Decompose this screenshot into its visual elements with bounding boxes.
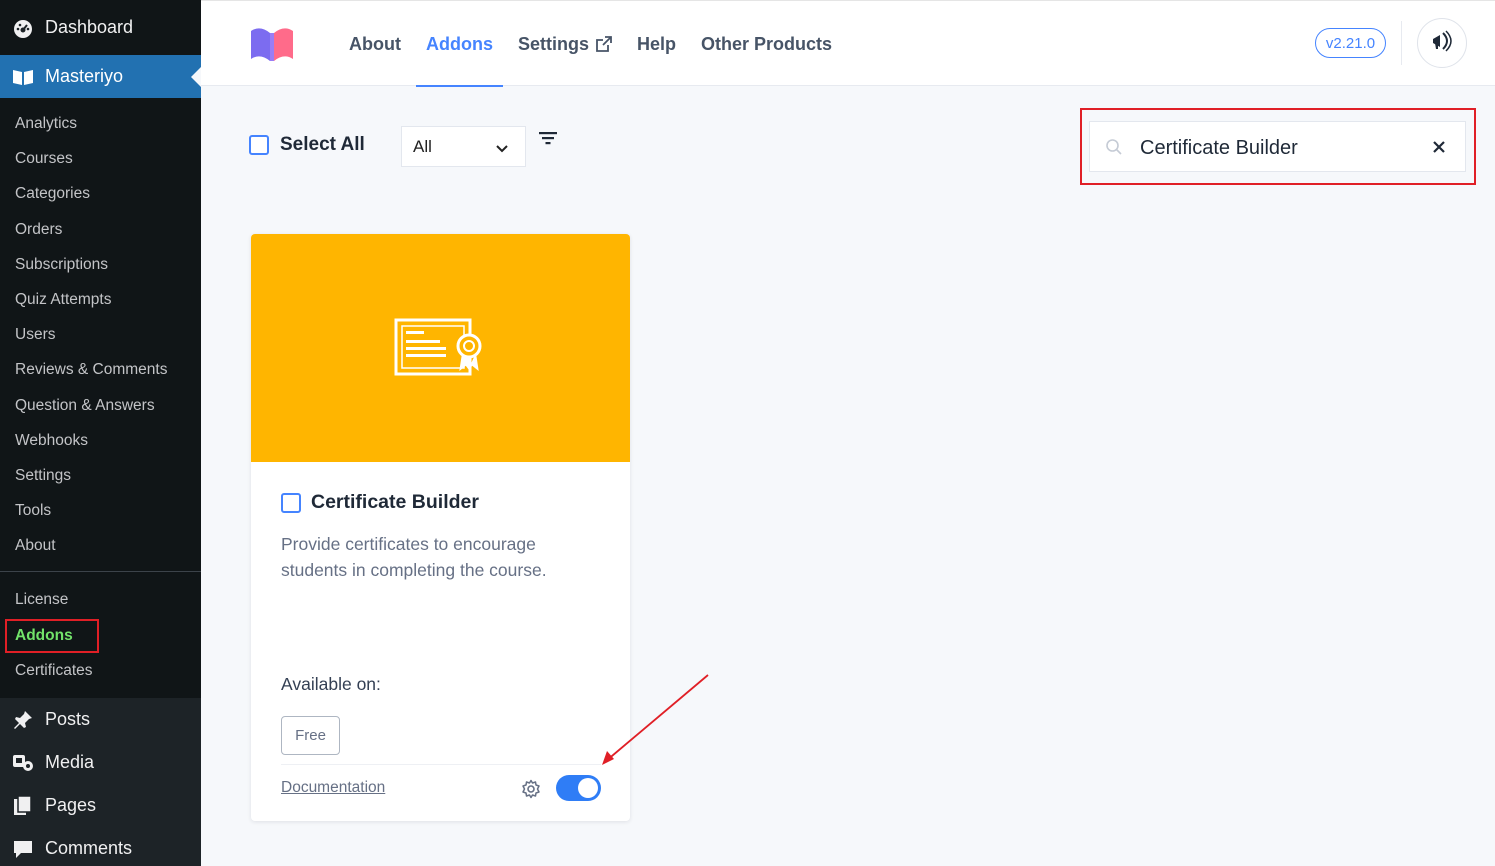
certificate-icon [394, 318, 486, 385]
nav-about[interactable]: About [339, 1, 411, 87]
masteriyo-logo[interactable] [249, 23, 295, 63]
nav-label: Help [637, 33, 677, 54]
select-all-checkbox[interactable] [249, 135, 269, 155]
nav-other-products[interactable]: Other Products [691, 1, 842, 87]
chevron-down-icon [495, 140, 509, 160]
submenu-item-courses[interactable]: Courses [0, 141, 201, 176]
addon-select-checkbox[interactable] [281, 492, 301, 513]
comments-icon [12, 838, 34, 860]
submenu-item-orders[interactable]: Orders [0, 212, 201, 247]
masteriyo-header: About Addons Settings Help Other Product… [201, 0, 1495, 87]
submenu-item-quiz-attempts[interactable]: Quiz Attempts [0, 282, 201, 317]
nav-label: Other Products [701, 33, 833, 54]
nav-settings[interactable]: Settings [508, 1, 622, 87]
sidebar-item-label: Media [45, 752, 95, 772]
annotation-arrow-icon [598, 673, 710, 774]
wp-admin-sidebar: Dashboard Masteriyo Analytics Courses Ca… [0, 0, 201, 866]
sidebar-item-label: Masteriyo [45, 66, 124, 86]
book-icon [12, 66, 34, 88]
submenu-item-reviews[interactable]: Reviews & Comments [0, 352, 201, 387]
megaphone-icon [1429, 29, 1455, 58]
masteriyo-submenu: Analytics Courses Categories Orders Subs… [0, 98, 201, 698]
submenu-item-users[interactable]: Users [0, 317, 201, 352]
addon-title: Certificate Builder [311, 491, 479, 513]
submenu-item-tools[interactable]: Tools [0, 493, 201, 528]
addon-search [1089, 121, 1466, 172]
submenu-item-about[interactable]: About [0, 528, 201, 563]
gear-icon[interactable] [521, 779, 541, 804]
filter-icon[interactable] [538, 131, 558, 152]
nav-label: Addons [425, 33, 493, 54]
select-all-label: Select All [280, 134, 365, 155]
sidebar-item-posts[interactable]: Posts [0, 698, 201, 741]
sidebar-item-label: Posts [45, 709, 91, 729]
search-icon [1105, 138, 1123, 161]
submenu-item-categories[interactable]: Categories [0, 176, 201, 211]
toggle-knob [578, 778, 598, 798]
addon-banner [251, 234, 630, 462]
sidebar-item-dashboard[interactable]: Dashboard [0, 0, 201, 55]
available-on-label: Available on: [281, 674, 381, 694]
submenu-divider [0, 571, 201, 573]
documentation-link[interactable]: Documentation [281, 779, 385, 797]
top-nav: About Addons Settings Help Other Product… [339, 1, 847, 87]
nav-addons[interactable]: Addons [415, 1, 503, 87]
addon-description: Provide certificates to encourage studen… [281, 534, 547, 580]
nav-help[interactable]: Help [627, 1, 686, 87]
pages-icon [12, 794, 34, 817]
filter-select-value: All [413, 136, 432, 156]
status-filter-select[interactable]: All [401, 126, 526, 167]
sidebar-item-pages[interactable]: Pages [0, 784, 201, 827]
announcement-button[interactable] [1417, 18, 1467, 68]
dashboard-icon [12, 17, 34, 39]
nav-label: About [349, 33, 401, 54]
addon-title-row: Certificate Builder [281, 491, 479, 514]
pin-icon [12, 709, 34, 731]
submenu-item-settings[interactable]: Settings [0, 458, 201, 493]
plan-badge: Free [281, 716, 340, 755]
sidebar-item-comments[interactable]: Comments [0, 827, 201, 866]
sidebar-item-media[interactable]: Media [0, 741, 201, 784]
select-all[interactable]: Select All [249, 134, 365, 156]
submenu-item-questions[interactable]: Question & Answers [0, 388, 201, 423]
sidebar-item-label: Comments [45, 838, 133, 858]
version-badge: v2.21.0 [1315, 28, 1386, 58]
sidebar-item-label: Pages [45, 795, 97, 815]
submenu-item-certificates[interactable]: Certificates [0, 653, 201, 688]
addon-card: Certificate Builder Provide certificates… [251, 234, 630, 821]
submenu-item-license[interactable]: License [0, 582, 201, 617]
addon-enable-toggle[interactable] [556, 775, 601, 801]
external-link-icon [596, 36, 612, 52]
submenu-item-webhooks[interactable]: Webhooks [0, 423, 201, 458]
submenu-item-subscriptions[interactable]: Subscriptions [0, 247, 201, 282]
search-input[interactable] [1140, 134, 1420, 162]
nav-label: Settings [517, 33, 589, 54]
sidebar-item-masteriyo[interactable]: Masteriyo [0, 55, 201, 98]
media-icon [12, 752, 34, 774]
card-divider [281, 764, 601, 765]
sidebar-item-label: Dashboard [45, 17, 134, 37]
addons-highlight-box [5, 618, 99, 653]
submenu-item-analytics[interactable]: Analytics [0, 106, 201, 141]
header-divider [1401, 21, 1402, 65]
close-icon[interactable] [1429, 137, 1449, 162]
